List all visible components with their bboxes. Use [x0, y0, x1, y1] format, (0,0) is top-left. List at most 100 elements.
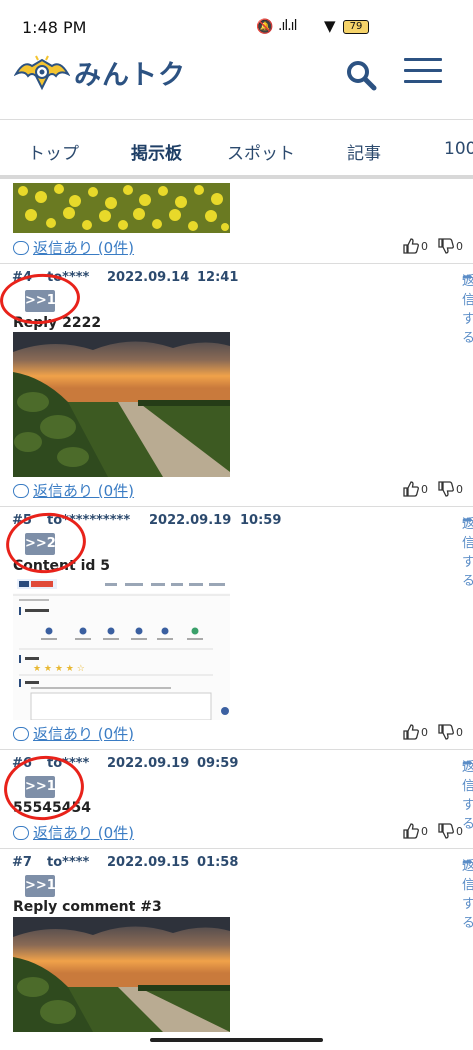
- vote-group: 0 0: [403, 481, 463, 497]
- wifi-icon: ▼: [324, 17, 336, 35]
- tab-article[interactable]: 記事: [347, 139, 381, 164]
- search-icon[interactable]: [344, 58, 378, 92]
- post-number: #5: [12, 513, 32, 528]
- like-count: 0: [421, 482, 428, 496]
- comment-bubble-icon: [13, 240, 29, 255]
- comments-link[interactable]: 返信あり (0件): [13, 723, 134, 744]
- thumbs-down-icon: [438, 823, 454, 839]
- category-tabs: トップ 掲示板 スポット 記事 100: [0, 121, 473, 179]
- hamburger-menu-icon[interactable]: [404, 58, 442, 88]
- reply-label: 返信する: [462, 859, 473, 931]
- post-footer: 返信あり (0件) 0 0: [13, 237, 463, 257]
- post-header: #6 to**** 2022.09.19 09:59 ➦ 返信する: [12, 756, 473, 832]
- post-header: #5 to********** 2022.09.19 10:59 ➦ 返信する: [12, 513, 473, 589]
- post-date: 2022.09.14: [107, 270, 190, 285]
- comments-label: 返信あり (0件): [33, 725, 135, 743]
- tab-spot[interactable]: スポット: [227, 139, 295, 164]
- post-image-screenshot[interactable]: ★ ★ ★ ★ ☆: [13, 575, 230, 720]
- quote-chip[interactable]: >>2: [25, 533, 56, 555]
- tab-board[interactable]: 掲示板: [131, 139, 182, 164]
- comments-label: 返信あり (0件): [33, 239, 135, 257]
- post-image-sunset[interactable]: [13, 332, 230, 477]
- post-text: Reply 2222: [13, 315, 102, 331]
- post-image-flowers[interactable]: [13, 183, 230, 233]
- thumbs-up-icon: [403, 238, 419, 254]
- post-text: Reply comment #3: [13, 899, 162, 915]
- vote-group: 0 0: [403, 823, 463, 839]
- post-text: 55545454: [13, 800, 91, 816]
- tab-top[interactable]: トップ: [28, 139, 79, 164]
- dislike-count: 0: [456, 239, 463, 253]
- signal-icon: .ıl.ıl: [278, 18, 297, 34]
- dislike-count: 0: [456, 482, 463, 496]
- post-user: to****: [47, 855, 90, 870]
- thumbs-up-icon: [403, 823, 419, 839]
- post-item: #4 to**** 2022.09.14 12:41 ➦ 返信する >>1 Rep…: [0, 264, 473, 507]
- post-date: 2022.09.19: [107, 756, 190, 771]
- dislike-count: 0: [456, 824, 463, 838]
- post-user: to****: [47, 270, 90, 285]
- app-logo[interactable]: みんトク: [14, 50, 186, 94]
- active-tab-indicator: [104, 175, 208, 179]
- battery-icon: 79: [343, 20, 369, 34]
- post-item: #7 to**** 2022.09.15 01:58 ➦ 返信する >>1 Rep…: [0, 849, 473, 1033]
- logo-bat-icon: [14, 55, 70, 91]
- post-date: 2022.09.15: [107, 855, 190, 870]
- post-footer: 返信あり (0件) 0 0: [13, 480, 463, 500]
- dislike-button[interactable]: 0: [438, 724, 463, 740]
- quote-chip[interactable]: >>1: [25, 776, 56, 798]
- post-number: #6: [12, 756, 32, 771]
- tab-100[interactable]: 100: [444, 139, 473, 159]
- dislike-button[interactable]: 0: [438, 238, 463, 254]
- post-footer: 返信あり (0件) 0 0: [13, 822, 463, 842]
- status-time: 1:48 PM: [22, 18, 87, 37]
- vote-group: 0 0: [403, 238, 463, 254]
- post-date: 2022.09.19: [149, 513, 232, 528]
- gesture-nav-bar: [150, 1038, 323, 1042]
- like-button[interactable]: 0: [403, 238, 428, 254]
- post-time: 10:59: [240, 513, 282, 528]
- post-user: to****: [47, 756, 90, 771]
- thumbs-up-icon: [403, 724, 419, 740]
- app-header: みんトク: [0, 40, 473, 120]
- vote-group: 0 0: [403, 724, 463, 740]
- thumbs-up-icon: [403, 481, 419, 497]
- reply-label: 返信する: [462, 274, 473, 346]
- post-item: #6 to**** 2022.09.19 09:59 ➦ 返信する >>1 555…: [0, 750, 473, 849]
- quote-chip[interactable]: >>1: [25, 290, 56, 312]
- post-image-sunset[interactable]: [13, 917, 230, 1032]
- quote-chip[interactable]: >>1: [25, 875, 56, 897]
- like-button[interactable]: 0: [403, 724, 428, 740]
- board-feed: 返信あり (0件) 0 0 #4 to**** 2022.09.14 12:41…: [0, 183, 473, 1033]
- svg-text:★ ★ ★ ★ ☆: ★ ★ ★ ★ ☆: [33, 664, 85, 674]
- post-footer: 返信あり (0件) 0 0: [13, 723, 463, 743]
- dislike-button[interactable]: 0: [438, 481, 463, 497]
- comments-link[interactable]: 返信あり (0件): [13, 237, 134, 258]
- dislike-count: 0: [456, 725, 463, 739]
- comment-bubble-icon: [13, 726, 29, 741]
- comments-link[interactable]: 返信あり (0件): [13, 822, 134, 843]
- reply-label: 返信する: [462, 517, 473, 589]
- logo-text: みんトク: [74, 59, 186, 91]
- post-header: #4 to**** 2022.09.14 12:41 ➦ 返信する: [12, 270, 473, 346]
- post-header: #7 to**** 2022.09.15 01:58 ➦ 返信する: [12, 855, 473, 931]
- comment-bubble-icon: [13, 825, 29, 840]
- like-button[interactable]: 0: [403, 481, 428, 497]
- like-count: 0: [421, 239, 428, 253]
- like-button[interactable]: 0: [403, 823, 428, 839]
- thumbs-down-icon: [438, 238, 454, 254]
- status-bar: 1:48 PM 🔕 .ıl.ıl ▼ 79: [0, 0, 473, 40]
- post-number: #7: [12, 855, 32, 870]
- like-count: 0: [421, 725, 428, 739]
- comment-bubble-icon: [13, 483, 29, 498]
- post-item: 返信あり (0件) 0 0: [0, 183, 473, 264]
- thumbs-down-icon: [438, 724, 454, 740]
- post-item: #5 to********** 2022.09.19 10:59 ➦ 返信する >…: [0, 507, 473, 750]
- post-text: Content id 5: [13, 558, 111, 574]
- comments-link[interactable]: 返信あり (0件): [13, 480, 134, 501]
- post-time: 01:58: [197, 855, 239, 870]
- dislike-button[interactable]: 0: [438, 823, 463, 839]
- comments-label: 返信あり (0件): [33, 824, 135, 842]
- post-number: #4: [12, 270, 32, 285]
- post-user: to**********: [47, 513, 131, 528]
